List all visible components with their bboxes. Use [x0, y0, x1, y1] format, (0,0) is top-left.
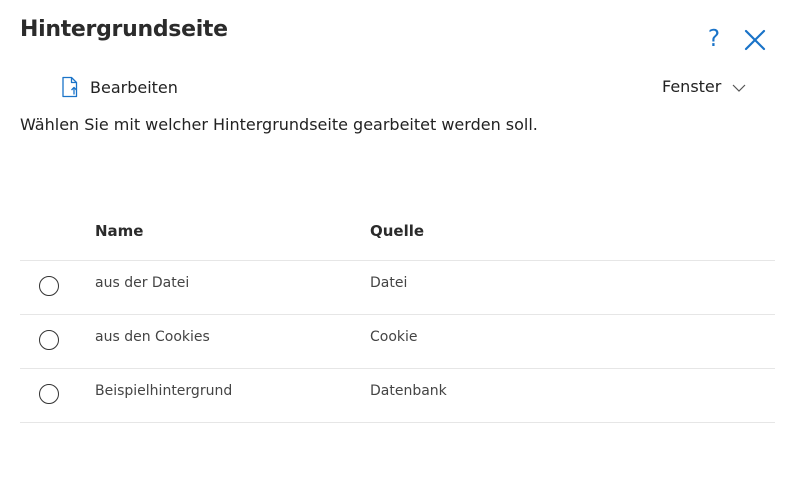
edit-button[interactable]: Bearbeiten: [58, 74, 178, 100]
column-header-source[interactable]: Quelle: [370, 222, 424, 240]
table-header: Name Quelle: [20, 207, 775, 261]
question-icon: ?: [707, 26, 721, 52]
radio-button[interactable]: [39, 330, 59, 350]
help-button[interactable]: ?: [701, 24, 727, 54]
table-row[interactable]: aus den Cookies Cookie: [20, 315, 775, 369]
row-name: Beispielhintergrund: [95, 383, 233, 399]
close-icon: [744, 29, 766, 51]
table-row[interactable]: Beispielhintergrund Datenbank: [20, 369, 775, 423]
table-row[interactable]: aus der Datei Datei: [20, 261, 775, 315]
background-table: Name Quelle aus der Datei Datei aus den …: [20, 207, 775, 423]
dialog-title: Hintergrundseite: [20, 17, 228, 42]
window-menu[interactable]: Fenster: [662, 74, 747, 98]
instruction-text: Wählen Sie mit welcher Hintergrundseite …: [20, 115, 538, 134]
row-name: aus der Datei: [95, 275, 190, 291]
edit-button-label: Bearbeiten: [90, 77, 178, 97]
radio-button[interactable]: [39, 276, 59, 296]
row-source: Datenbank: [370, 383, 447, 399]
document-upload-icon: [62, 76, 78, 98]
close-button[interactable]: [741, 26, 769, 54]
row-name: aus den Cookies: [95, 329, 210, 345]
row-source: Cookie: [370, 329, 418, 345]
column-header-name[interactable]: Name: [95, 222, 143, 240]
radio-button[interactable]: [39, 384, 59, 404]
row-source: Datei: [370, 275, 408, 291]
window-menu-label: Fenster: [662, 76, 722, 96]
chevron-down-icon: [732, 84, 746, 92]
